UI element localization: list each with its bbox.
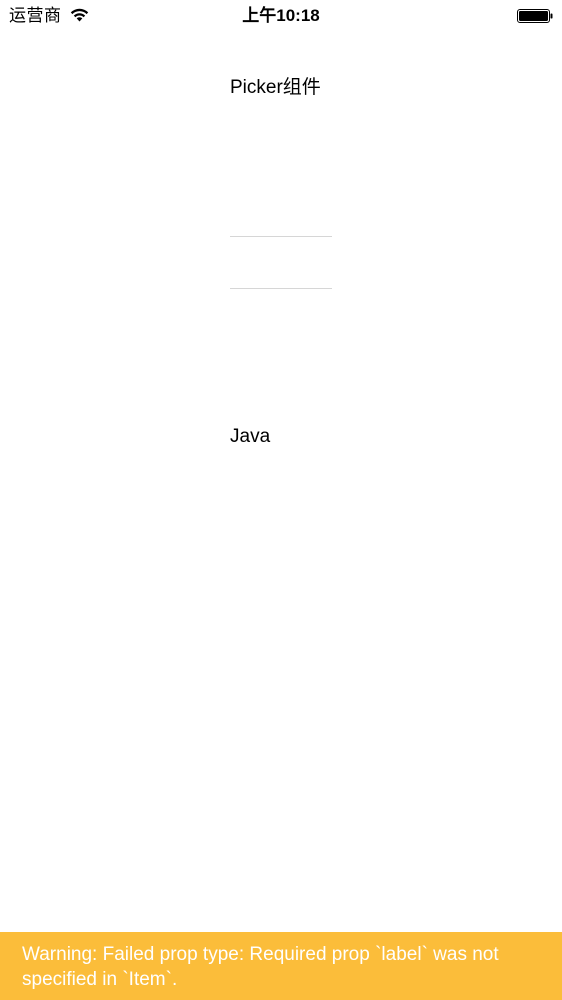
page-title: Picker组件 [230,77,321,98]
picker-wheel[interactable] [230,120,332,405]
selected-value-label: Java [230,426,271,447]
warning-text: Warning: Failed prop type: Required prop… [22,944,499,990]
yellow-box-warning[interactable]: Warning: Failed prop type: Required prop… [0,932,562,1000]
picker-selection-bottom-line [230,288,332,289]
status-time: 上午10:18 [242,6,320,25]
picker-selection-top-line [230,236,332,237]
status-bar: 运营商 上午10:18 [0,0,562,32]
battery-full-icon [517,9,553,23]
